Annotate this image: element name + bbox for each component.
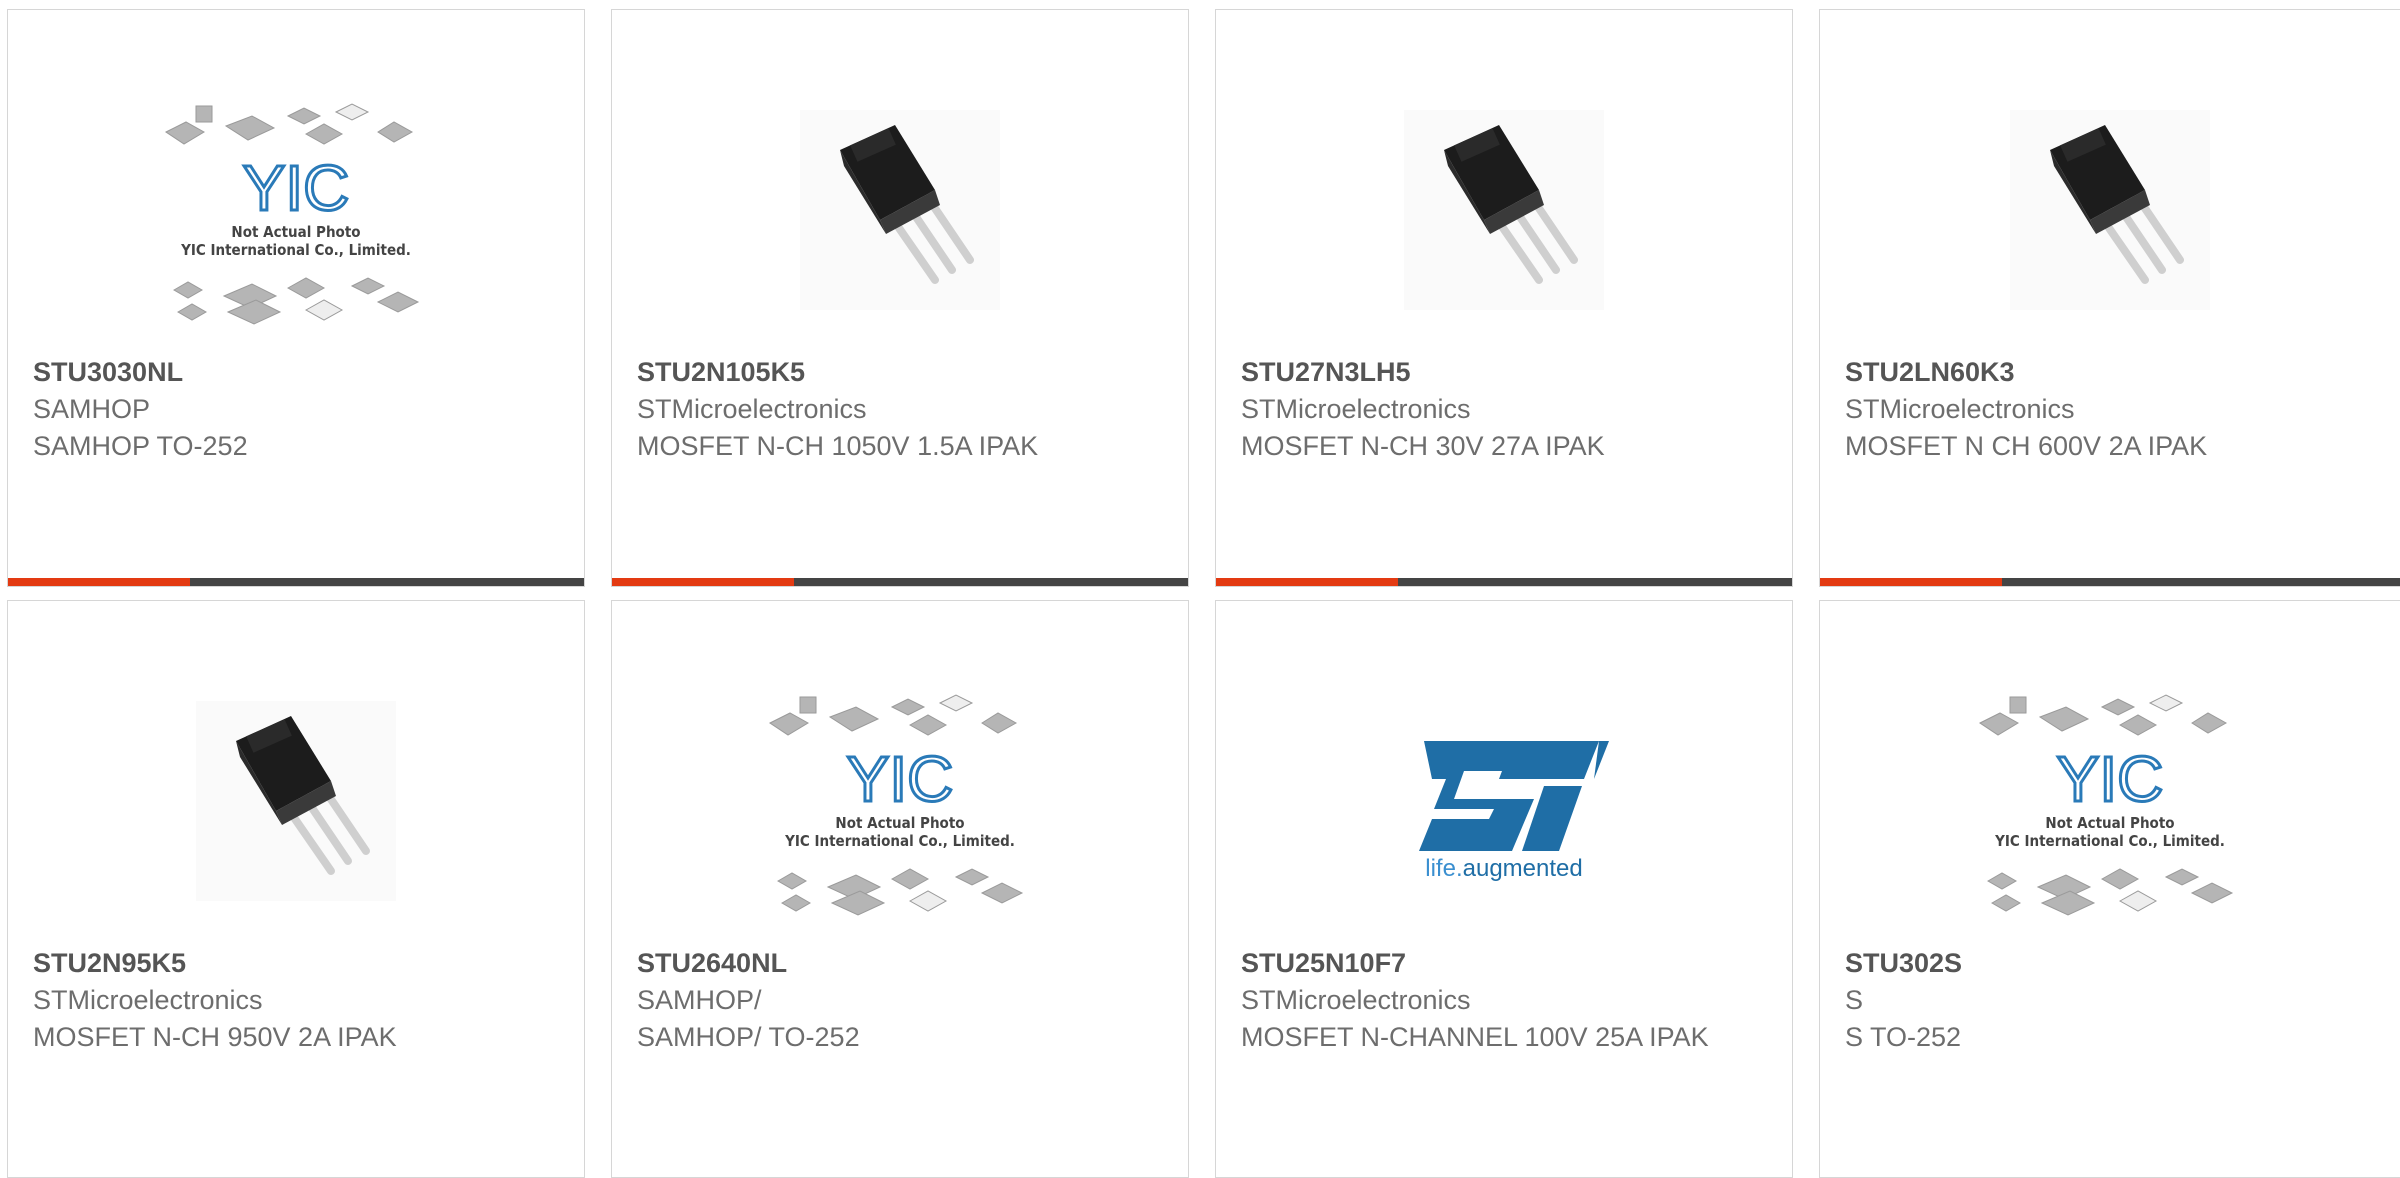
yic-logo-icon: YIC bbox=[847, 743, 954, 815]
product-image-ipak-transistor[interactable] bbox=[156, 671, 436, 931]
description: S TO-252 bbox=[1845, 1022, 1962, 1052]
product-image-yic-placeholder[interactable]: YIC Not Actual Photo YIC International C… bbox=[760, 671, 1040, 931]
product-card[interactable]: life.augmented STU25N10F7 STMicroelectro… bbox=[1215, 600, 1793, 1178]
svg-text:YIC International Co., Limited: YIC International Co., Limited. bbox=[180, 241, 411, 259]
svg-text:life.augmented: life.augmented bbox=[1425, 855, 1582, 881]
svg-text:Not Actual Photo: Not Actual Photo bbox=[231, 223, 360, 241]
description: MOSFET N-CH 950V 2A IPAK bbox=[33, 1022, 397, 1052]
card-bar bbox=[8, 578, 584, 586]
description: MOSFET N-CHANNEL 100V 25A IPAK bbox=[1241, 1022, 1709, 1052]
product-card[interactable]: STU27N3LH5 STMicroelectronics MOSFET N-C… bbox=[1215, 9, 1793, 587]
description: SAMHOP TO-252 bbox=[33, 431, 248, 461]
svg-text:YIC International Co., Limited: YIC International Co., Limited. bbox=[784, 832, 1015, 850]
description: MOSFET N-CH 30V 27A IPAK bbox=[1241, 431, 1605, 461]
product-image-ipak-transistor[interactable] bbox=[1970, 80, 2250, 340]
description: SAMHOP/ TO-252 bbox=[637, 1022, 860, 1052]
manufacturer: STMicroelectronics bbox=[1241, 985, 1471, 1015]
manufacturer: S bbox=[1845, 985, 1864, 1015]
manufacturer: STMicroelectronics bbox=[637, 394, 867, 424]
product-image-ipak-transistor[interactable] bbox=[760, 80, 1040, 340]
card-bar bbox=[1216, 578, 1792, 586]
product-card[interactable]: YIC Not Actual Photo YIC International C… bbox=[1819, 600, 2400, 1178]
part-number[interactable]: STU2N95K5 bbox=[33, 945, 559, 982]
product-card[interactable]: STU2LN60K3 STMicroelectronics MOSFET N C… bbox=[1819, 9, 2400, 587]
part-number[interactable]: STU27N3LH5 bbox=[1241, 354, 1767, 391]
manufacturer: STMicroelectronics bbox=[1845, 394, 2075, 424]
card-bar bbox=[1820, 578, 2400, 586]
manufacturer: STMicroelectronics bbox=[33, 985, 263, 1015]
product-image-yic-placeholder[interactable]: YIC Not Actual Photo YIC International C… bbox=[156, 80, 436, 340]
manufacturer: SAMHOP/ bbox=[637, 985, 762, 1015]
description: MOSFET N CH 600V 2A IPAK bbox=[1845, 431, 2208, 461]
part-number[interactable]: STU2LN60K3 bbox=[1845, 354, 2375, 391]
svg-text:Not Actual Photo: Not Actual Photo bbox=[835, 814, 964, 832]
description: MOSFET N-CH 1050V 1.5A IPAK bbox=[637, 431, 1039, 461]
card-bar bbox=[612, 578, 1188, 586]
product-card[interactable]: STU2N95K5 STMicroelectronics MOSFET N-CH… bbox=[7, 600, 585, 1178]
yic-logo-icon: YIC bbox=[243, 152, 350, 224]
part-number[interactable]: STU2640NL bbox=[637, 945, 1163, 982]
product-card[interactable]: STU2N105K5 STMicroelectronics MOSFET N-C… bbox=[611, 9, 1189, 587]
product-image-st-logo[interactable]: life.augmented bbox=[1364, 671, 1644, 931]
product-card[interactable]: YIC Not Actual Photo YIC International C… bbox=[611, 600, 1189, 1178]
part-number[interactable]: STU302S bbox=[1845, 945, 2375, 982]
part-number[interactable]: STU25N10F7 bbox=[1241, 945, 1767, 982]
manufacturer: SAMHOP bbox=[33, 394, 151, 424]
st-logo-icon: life.augmented bbox=[1419, 741, 1609, 881]
product-image-ipak-transistor[interactable] bbox=[1364, 80, 1644, 340]
product-grid: YIC Not Actual Photo YIC International C… bbox=[0, 0, 2400, 1178]
product-card[interactable]: YIC Not Actual Photo YIC International C… bbox=[7, 9, 585, 587]
yic-logo-icon: YIC bbox=[2057, 743, 2164, 815]
part-number[interactable]: STU3030NL bbox=[33, 354, 559, 391]
svg-text:YIC International Co., Limited: YIC International Co., Limited. bbox=[1994, 832, 2225, 850]
manufacturer: STMicroelectronics bbox=[1241, 394, 1471, 424]
part-number[interactable]: STU2N105K5 bbox=[637, 354, 1163, 391]
svg-text:Not Actual Photo: Not Actual Photo bbox=[2045, 814, 2174, 832]
product-image-yic-placeholder[interactable]: YIC Not Actual Photo YIC International C… bbox=[1970, 671, 2250, 931]
